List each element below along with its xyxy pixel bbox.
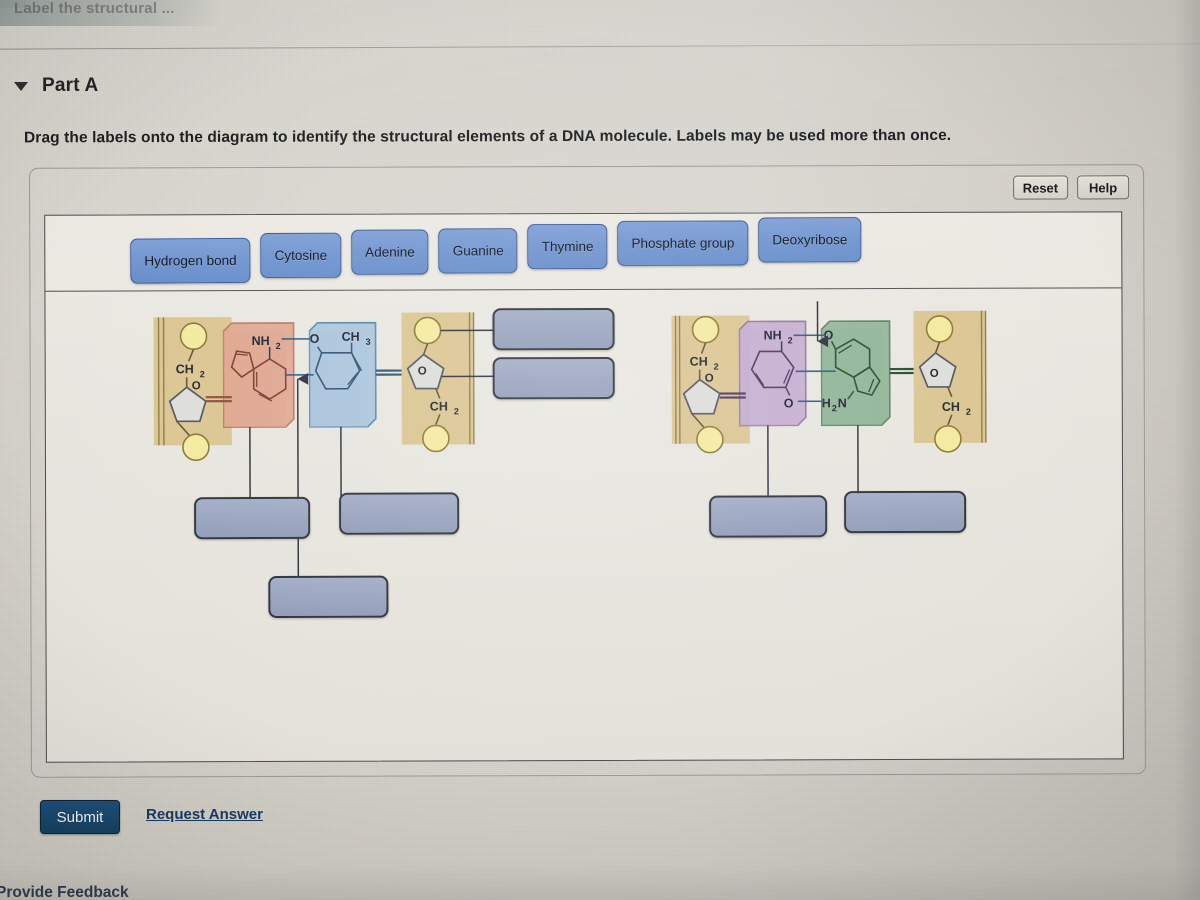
backbone-right-outer: CH 2 O bbox=[671, 315, 750, 454]
label-chip-guanine[interactable]: Guanine bbox=[438, 228, 518, 274]
help-button[interactable]: Help bbox=[1077, 175, 1130, 200]
submit-button[interactable]: Submit bbox=[40, 800, 120, 834]
svg-text:CH: CH bbox=[942, 400, 960, 414]
label-chip-deoxyribose[interactable]: Deoxyribose bbox=[758, 217, 862, 263]
label-chip-thymine[interactable]: Thymine bbox=[527, 223, 608, 270]
svg-text:2: 2 bbox=[788, 335, 793, 345]
svg-text:CH: CH bbox=[430, 399, 448, 413]
dna-diagram-canvas: CH 2 O NH 2 O CH 3 O CH 2 CH 2 O NH 2 O … bbox=[45, 288, 1122, 762]
svg-text:2: 2 bbox=[966, 407, 971, 417]
provide-feedback-link[interactable]: Provide Feedback bbox=[0, 884, 129, 900]
reset-button[interactable]: Reset bbox=[1012, 175, 1069, 200]
request-answer-link[interactable]: Request Answer bbox=[146, 806, 263, 823]
panel-toolbar: Reset Help bbox=[1012, 175, 1130, 200]
label-chip-phosphate-group[interactable]: Phosphate group bbox=[617, 220, 749, 266]
backbone-left-inner: O CH 2 bbox=[401, 312, 475, 453]
label-chip-cytosine[interactable]: Cytosine bbox=[260, 232, 342, 279]
base-guanine: O H 2 N bbox=[820, 320, 914, 427]
svg-text:2: 2 bbox=[276, 341, 281, 351]
svg-text:O: O bbox=[784, 396, 794, 410]
question-prompt: Drag the labels onto the diagram to iden… bbox=[23, 126, 952, 147]
svg-text:NH: NH bbox=[252, 334, 270, 348]
svg-text:O: O bbox=[418, 366, 427, 378]
drop-slot-right-upper[interactable] bbox=[492, 307, 615, 351]
svg-text:2: 2 bbox=[714, 362, 719, 372]
page-title: Part A bbox=[42, 75, 99, 96]
drop-slot-bottom-right-2[interactable] bbox=[844, 490, 967, 534]
svg-text:N: N bbox=[838, 396, 847, 410]
svg-text:2: 2 bbox=[454, 406, 459, 416]
part-header: Part A bbox=[10, 70, 510, 102]
svg-text:NH: NH bbox=[764, 328, 782, 342]
svg-text:O: O bbox=[192, 380, 201, 392]
triangle-down-icon[interactable] bbox=[14, 81, 28, 91]
label-chip-hydrogen-bond[interactable]: Hydrogen bond bbox=[130, 237, 251, 284]
drop-slot-bottom-left-1[interactable] bbox=[194, 496, 311, 540]
base-thymine: O CH 3 bbox=[308, 321, 402, 428]
question-panel: Reset Help Hydrogen bond Cytosine Adenin… bbox=[29, 164, 1146, 778]
svg-text:CH: CH bbox=[342, 330, 360, 344]
backbone-left-outer: CH 2 O bbox=[153, 317, 232, 462]
backbone-right-inner: O CH 2 bbox=[913, 310, 987, 453]
label-bank: Hydrogen bond Cytosine Adenine Guanine T… bbox=[45, 212, 1122, 292]
cutoff-page-header: Label the structural ... bbox=[14, 0, 175, 16]
drag-drop-workspace: Hydrogen bond Cytosine Adenine Guanine T… bbox=[44, 211, 1124, 763]
svg-text:CH: CH bbox=[690, 355, 708, 369]
drop-slot-bottom-right-1[interactable] bbox=[709, 495, 828, 538]
svg-text:CH: CH bbox=[176, 362, 194, 376]
drop-slot-bottom-left-2[interactable] bbox=[339, 492, 460, 535]
label-chip-adenine[interactable]: Adenine bbox=[351, 229, 429, 275]
svg-text:O: O bbox=[705, 373, 714, 385]
svg-text:3: 3 bbox=[366, 337, 371, 347]
drop-slot-bottom-left-3[interactable] bbox=[268, 575, 389, 619]
drop-slot-right-lower[interactable] bbox=[492, 356, 615, 400]
svg-text:2: 2 bbox=[200, 369, 205, 379]
svg-text:2: 2 bbox=[832, 403, 837, 413]
svg-text:H: H bbox=[822, 396, 831, 410]
svg-text:O: O bbox=[930, 368, 939, 380]
